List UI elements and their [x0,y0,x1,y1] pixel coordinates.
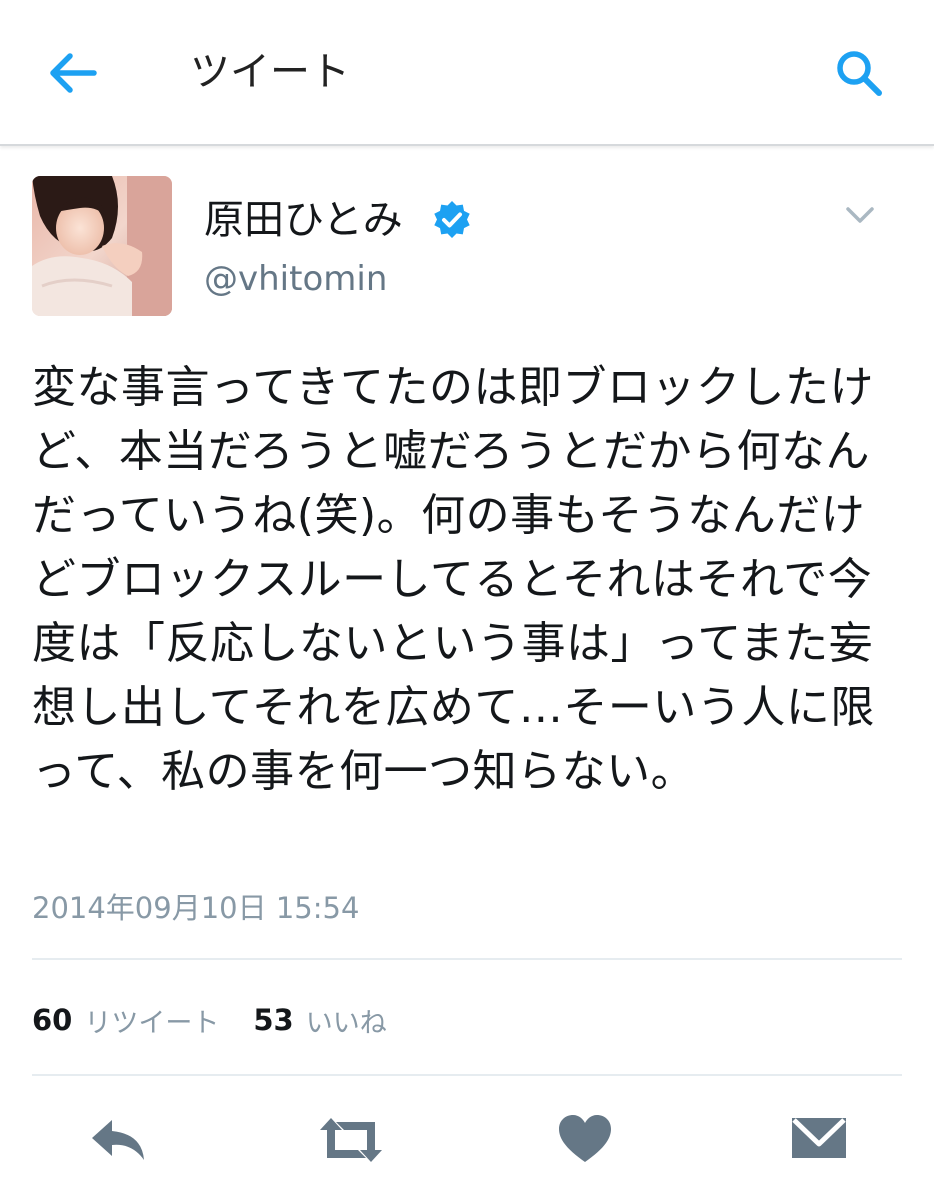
like-button[interactable] [556,1110,614,1170]
avatar-photo [32,176,172,316]
page-title: ツイート [190,49,350,95]
reply-button[interactable] [86,1110,150,1170]
retweet-button[interactable] [314,1110,388,1170]
tweet-timestamp: 2014年09月10日 15:54 [32,891,360,925]
arrow-left-icon [50,53,97,93]
retweet-icon [320,1118,382,1162]
author-display-name[interactable]: 原田ひとみ [204,192,403,248]
chevron-down-icon [846,207,874,223]
retweet-label[interactable]: リツイート [84,1001,219,1040]
retweet-count[interactable]: 60 [32,1003,72,1037]
top-bar: ツイート [0,0,934,146]
tweet-stats: 60 リツイート 53 いいね [32,996,387,1044]
direct-message-button[interactable] [790,1110,848,1170]
divider [32,958,902,960]
avatar[interactable] [32,176,172,316]
like-label[interactable]: いいね [306,1001,387,1040]
divider [32,1074,902,1076]
message-icon [792,1118,846,1158]
like-count[interactable]: 53 [253,1003,293,1037]
reply-icon [92,1120,144,1160]
search-button[interactable] [832,46,888,102]
back-button[interactable] [44,48,100,98]
heart-icon [559,1115,611,1162]
author-handle[interactable]: @vhitomin [204,256,387,302]
verified-badge-icon [434,201,470,238]
more-options-button[interactable] [840,200,880,230]
search-icon [837,51,882,96]
tweet-text: 変な事言ってきてたのは即ブロックしたけど、本当だろうと嘘だろうとだから何なんだっ… [32,362,875,797]
